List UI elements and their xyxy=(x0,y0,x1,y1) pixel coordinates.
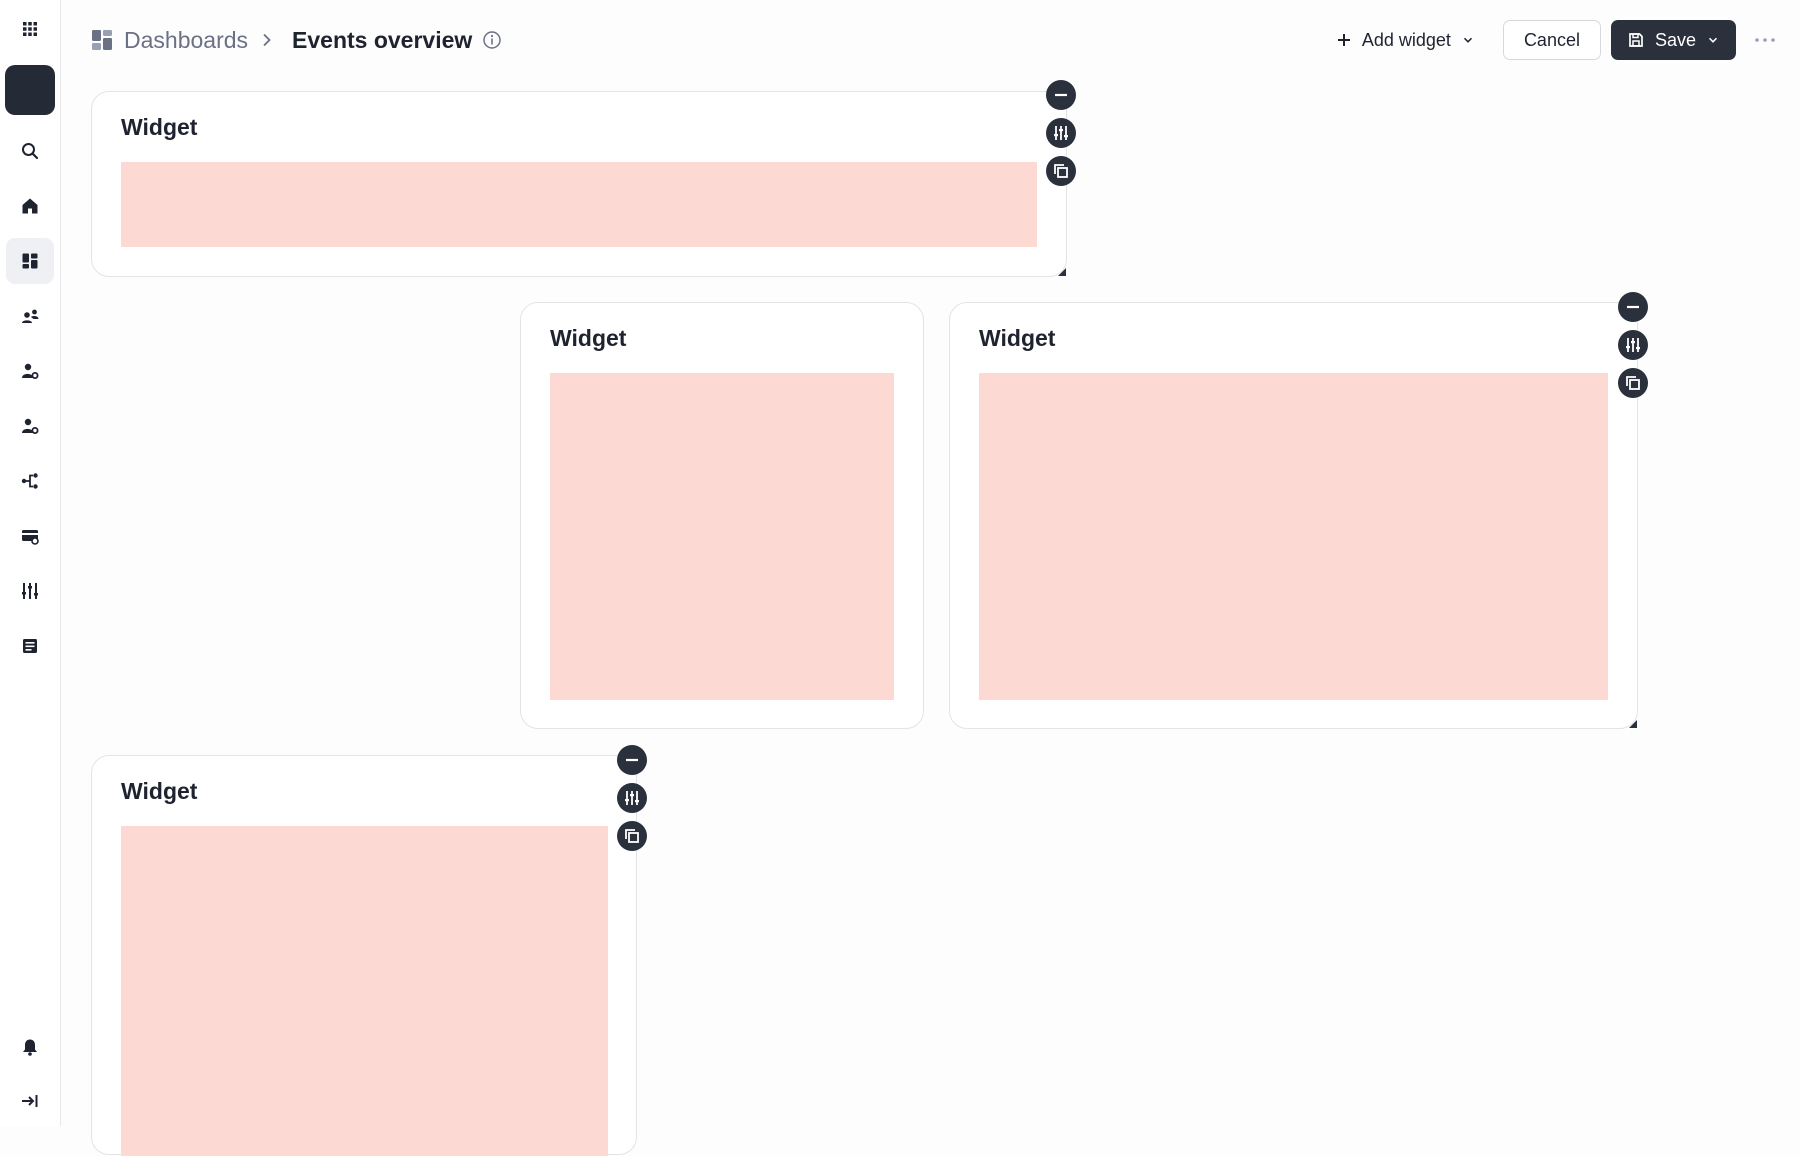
copy-icon xyxy=(1626,376,1640,390)
save-label: Save xyxy=(1654,29,1696,50)
sliders-icon xyxy=(1626,338,1640,352)
configure-widget-button[interactable] xyxy=(1618,330,1648,360)
remove-widget-button[interactable] xyxy=(1618,292,1648,322)
minus-icon xyxy=(1055,93,1067,97)
minus-icon xyxy=(626,758,638,762)
sliders-icon xyxy=(625,791,639,805)
home-icon[interactable] xyxy=(6,183,54,229)
widget-title: Widget xyxy=(979,325,1056,351)
duplicate-widget-button[interactable] xyxy=(617,821,647,851)
widget-title: Widget xyxy=(121,778,198,804)
chevron-right-icon xyxy=(258,31,276,49)
widget-placeholder xyxy=(979,373,1608,700)
avatar[interactable] xyxy=(5,65,55,115)
flow-icon[interactable] xyxy=(6,458,54,504)
apps-grid-icon[interactable] xyxy=(6,6,54,52)
widget-title: Widget xyxy=(550,325,627,351)
plus-icon xyxy=(1337,34,1350,46)
copy-icon xyxy=(1054,164,1068,178)
add-widget-label: Add widget xyxy=(1361,29,1451,50)
list-icon[interactable] xyxy=(6,623,54,669)
search-icon[interactable] xyxy=(6,128,54,174)
configure-widget-button[interactable] xyxy=(617,783,647,813)
remove-widget-button[interactable] xyxy=(617,745,647,775)
collapse-icon[interactable] xyxy=(6,1078,54,1124)
configure-widget-button[interactable] xyxy=(1046,118,1076,148)
duplicate-widget-button[interactable] xyxy=(1618,368,1648,398)
copy-icon xyxy=(625,829,639,843)
widget-card[interactable]: Widget xyxy=(520,302,924,729)
sidebar xyxy=(0,0,61,1126)
bell-icon[interactable] xyxy=(6,1024,54,1070)
widget-placeholder xyxy=(121,162,1037,247)
sliders-icon xyxy=(1054,126,1068,140)
cancel-button[interactable]: Cancel xyxy=(1502,20,1601,60)
widget-card[interactable]: Widget xyxy=(91,755,637,1156)
more-options-icon[interactable] xyxy=(1754,36,1776,44)
duplicate-widget-button[interactable] xyxy=(1046,156,1076,186)
widget-title: Widget xyxy=(121,114,198,140)
dashboard-icon[interactable] xyxy=(6,238,54,284)
widget-placeholder xyxy=(121,826,608,1156)
info-icon[interactable] xyxy=(482,30,502,50)
chevron-down-icon xyxy=(1463,37,1472,43)
card-icon[interactable] xyxy=(6,513,54,559)
add-widget-button[interactable]: Add widget xyxy=(1322,20,1489,60)
save-icon xyxy=(1629,33,1643,47)
toolbar: Add widget Cancel Save xyxy=(1322,20,1776,60)
dashboard-icon xyxy=(90,28,114,52)
chevron-down-icon xyxy=(1708,37,1718,43)
widget-card[interactable]: Widget xyxy=(949,302,1638,729)
widget-placeholder xyxy=(550,373,894,700)
save-button[interactable]: Save xyxy=(1610,20,1736,60)
resize-handle[interactable] xyxy=(1629,720,1637,728)
person-settings-icon[interactable] xyxy=(6,403,54,449)
minus-icon xyxy=(1627,305,1639,309)
widget-card[interactable]: Widget xyxy=(91,91,1067,277)
sliders-icon[interactable] xyxy=(6,568,54,614)
page-title: Events overview xyxy=(292,26,473,53)
person-settings-icon[interactable] xyxy=(6,348,54,394)
breadcrumb-dashboards-link[interactable]: Dashboards xyxy=(124,27,248,54)
breadcrumb: Dashboards Events overview xyxy=(90,22,502,58)
remove-widget-button[interactable] xyxy=(1046,80,1076,110)
people-icon[interactable] xyxy=(6,293,54,339)
resize-handle[interactable] xyxy=(1058,268,1066,276)
